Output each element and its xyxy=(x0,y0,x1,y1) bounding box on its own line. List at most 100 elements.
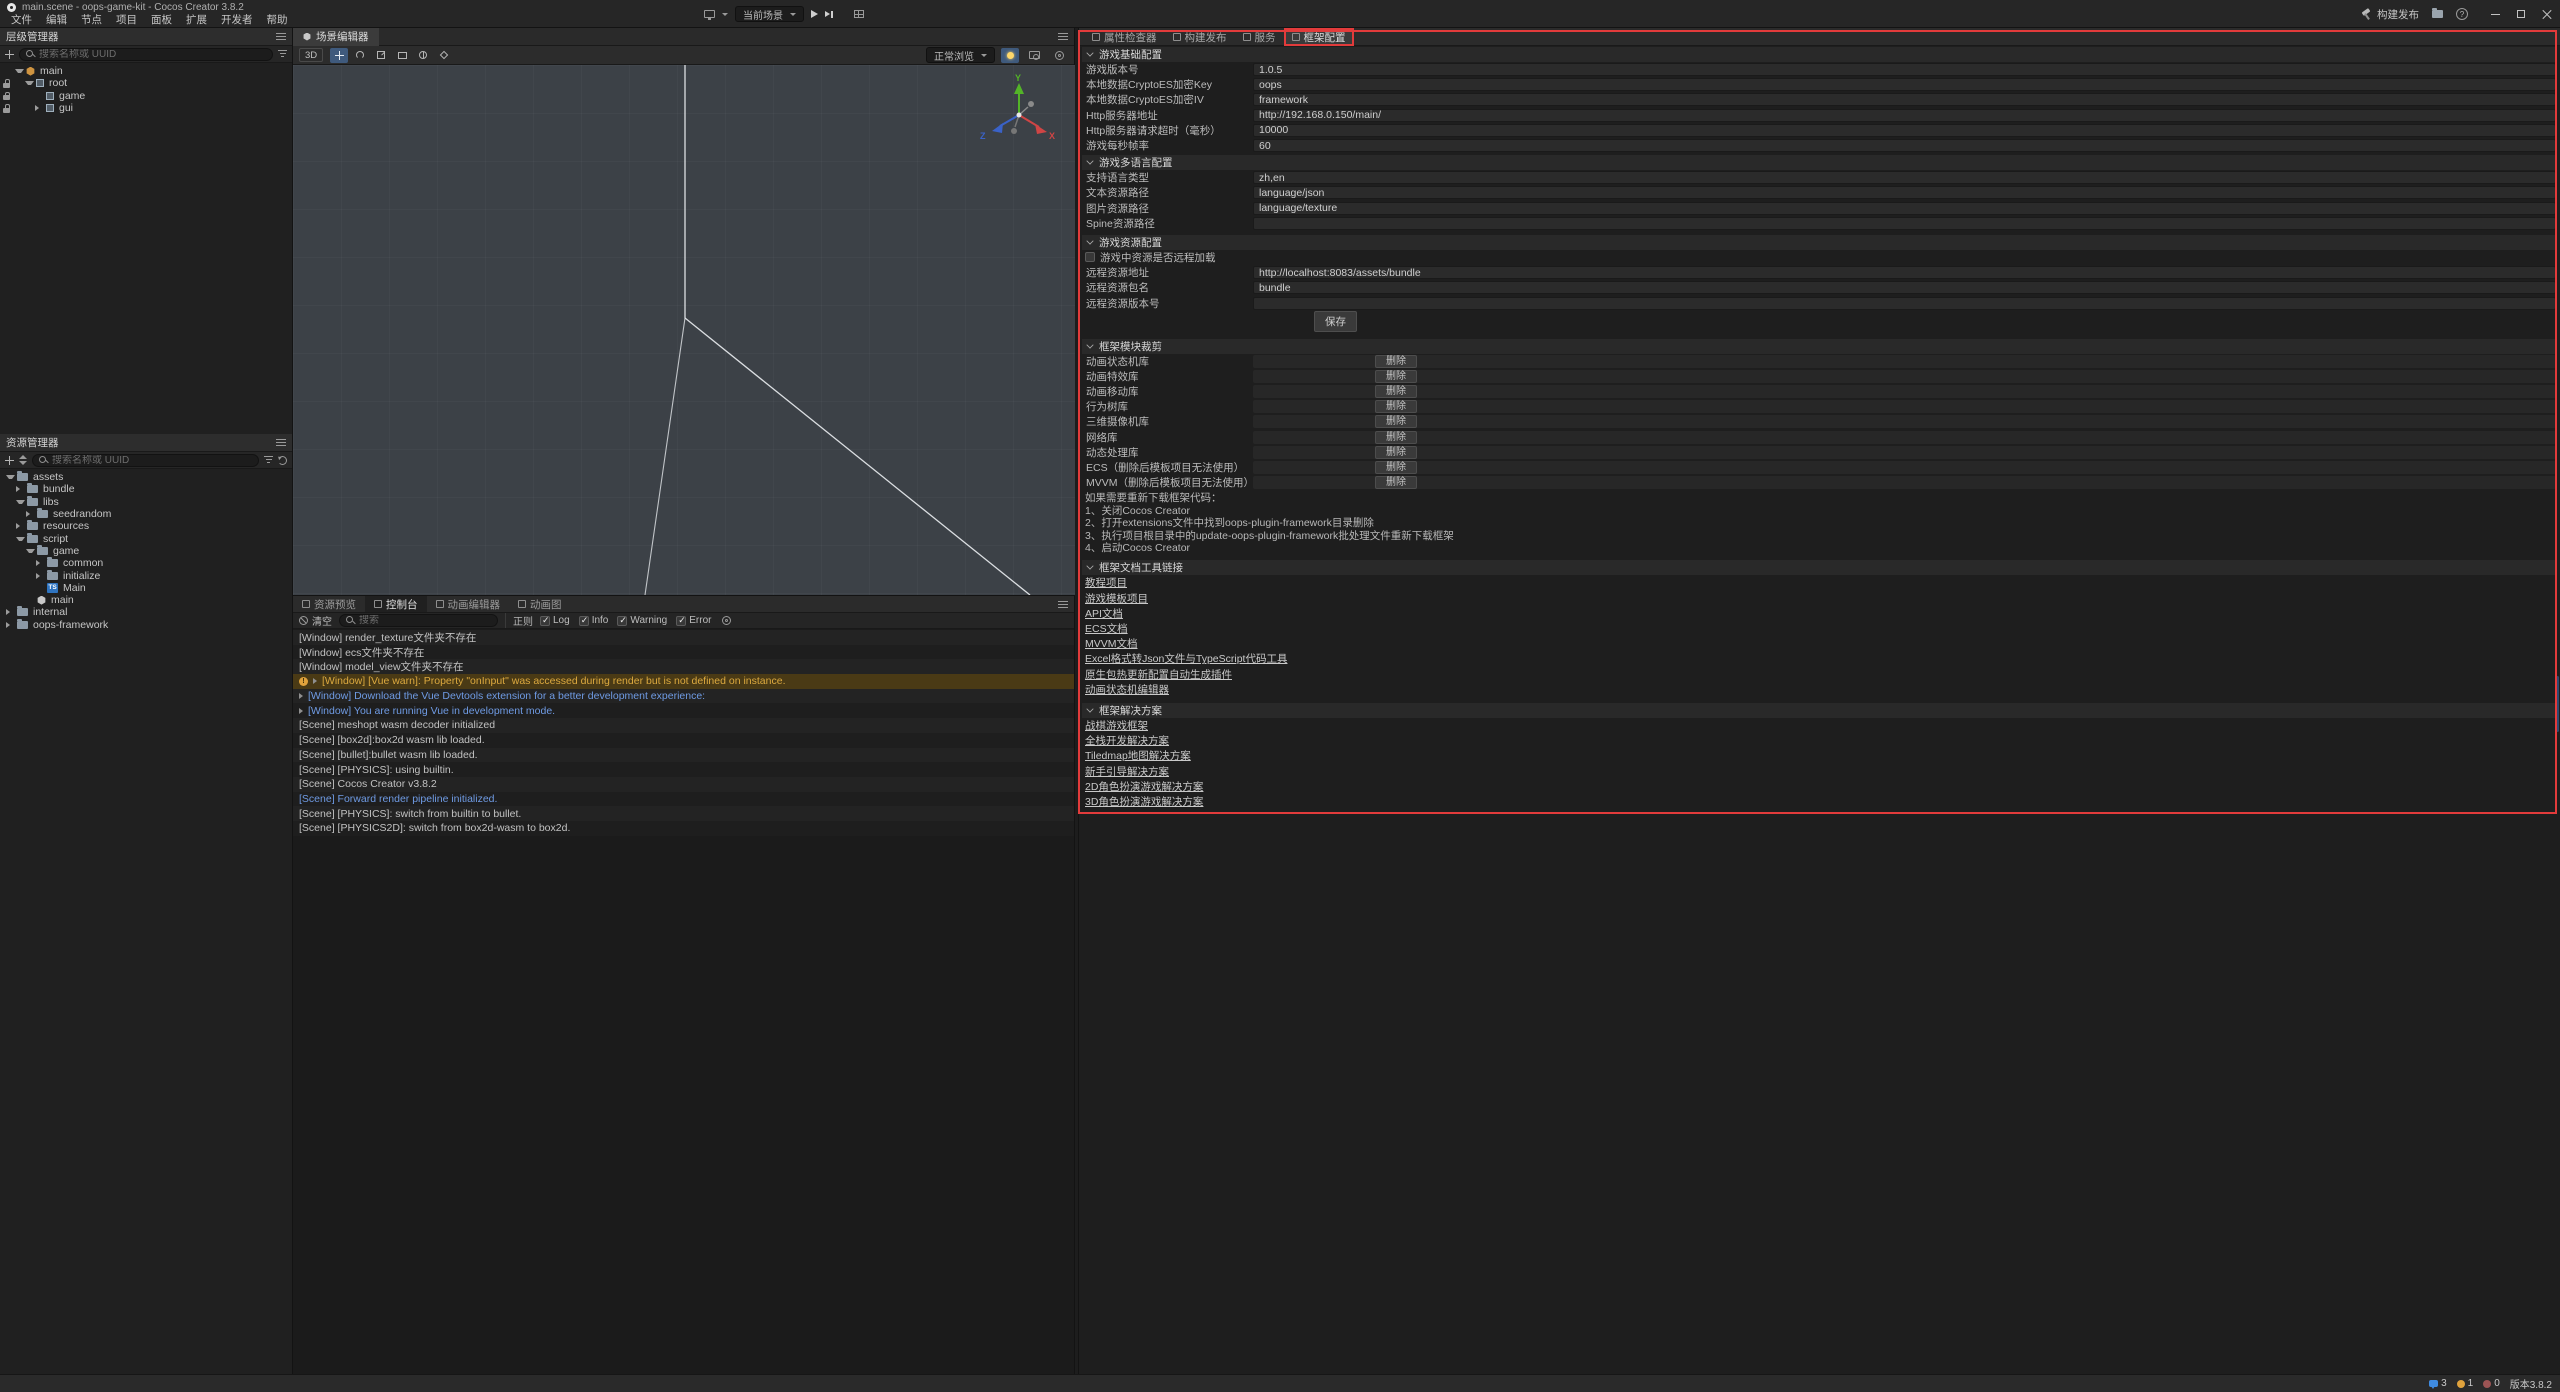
section-header[interactable]: 游戏资源配置 xyxy=(1082,235,2557,250)
field-input[interactable] xyxy=(1253,281,2556,294)
open-project-folder-icon[interactable] xyxy=(2432,10,2443,18)
solution-link[interactable]: Tiledmap地图解决方案 xyxy=(1085,748,1191,763)
menubar-item[interactable]: 帮助 xyxy=(260,13,295,27)
doc-link[interactable]: 游戏模板项目 xyxy=(1085,591,1148,606)
pivot-button[interactable] xyxy=(435,48,453,63)
play-button[interactable] xyxy=(811,10,818,18)
doc-link[interactable]: 教程项目 xyxy=(1085,575,1127,590)
scrollbar-thumb[interactable] xyxy=(2556,676,2559,732)
expand-arrow[interactable] xyxy=(6,609,15,615)
tree-node[interactable]: bundle xyxy=(0,483,292,495)
checkbox-icon[interactable] xyxy=(676,616,686,626)
tree-node[interactable]: script xyxy=(0,532,292,544)
solution-link[interactable]: 3D角色扮演游戏解决方案 xyxy=(1085,794,1203,809)
chevron-down-icon[interactable] xyxy=(722,13,728,16)
doc-link[interactable]: MVVM文档 xyxy=(1085,636,1138,651)
field-input[interactable] xyxy=(1253,186,2556,199)
solution-link[interactable]: 战棋游戏框架 xyxy=(1085,718,1148,733)
log-row[interactable]: [Scene] Forward render pipeline initiali… xyxy=(293,792,1074,807)
save-button[interactable]: 保存 xyxy=(1314,311,1357,332)
doc-link[interactable]: 原生包热更新配置自动生成插件 xyxy=(1085,667,1232,682)
scene-select[interactable]: 当前场景 xyxy=(735,6,804,22)
delete-module-button[interactable]: 删除 xyxy=(1375,355,1417,368)
message-count[interactable]: 3 xyxy=(2429,1378,2447,1389)
scale-tool-button[interactable] xyxy=(372,48,390,63)
delete-module-button[interactable]: 删除 xyxy=(1375,446,1417,459)
hierarchy-search[interactable] xyxy=(19,48,273,61)
tree-node[interactable]: root xyxy=(0,77,292,89)
expand-arrow[interactable] xyxy=(36,560,45,566)
expand-arrow[interactable] xyxy=(16,500,25,504)
rect-tool-button[interactable] xyxy=(393,48,411,63)
console-filter[interactable]: Warning xyxy=(617,615,667,626)
log-row[interactable]: [Scene] [box2d]:box2d wasm lib loaded. xyxy=(293,733,1074,748)
log-row[interactable]: [Window] model_view文件夹不存在 xyxy=(293,659,1074,674)
log-row[interactable]: [Scene] [bullet]:bullet wasm lib loaded. xyxy=(293,748,1074,763)
console-tab[interactable]: 动画图 xyxy=(509,596,571,612)
field-input[interactable] xyxy=(1253,78,2556,91)
field-input[interactable] xyxy=(1253,171,2556,184)
inspector-tab[interactable]: 服务 xyxy=(1235,28,1284,46)
field-input[interactable] xyxy=(1253,124,2556,137)
rotate-tool-button[interactable] xyxy=(351,48,369,63)
error-count[interactable]: 0 xyxy=(2483,1378,2500,1389)
tree-node[interactable]: game xyxy=(0,90,292,102)
filter-icon[interactable] xyxy=(264,456,273,464)
log-row[interactable]: [Scene] [PHYSICS2D]: switch from box2d-w… xyxy=(293,821,1074,836)
menubar-item[interactable]: 扩展 xyxy=(179,13,214,27)
menubar-item[interactable]: 项目 xyxy=(109,13,144,27)
panel-menu-icon[interactable] xyxy=(276,439,286,446)
section-header[interactable]: 框架文档工具链接 xyxy=(1082,560,2557,575)
scene-editor-tab[interactable]: 场景编辑器 xyxy=(293,28,379,46)
delete-module-button[interactable]: 删除 xyxy=(1375,461,1417,474)
solution-link[interactable]: 新手引导解决方案 xyxy=(1085,764,1169,779)
console-filter[interactable]: Info xyxy=(579,615,609,626)
expand-arrow[interactable] xyxy=(16,537,25,541)
create-asset-button[interactable] xyxy=(5,456,14,465)
build-publish-button[interactable]: 构建发布 xyxy=(2361,7,2419,22)
delete-module-button[interactable]: 删除 xyxy=(1375,385,1417,398)
expand-arrow[interactable] xyxy=(35,105,44,111)
delete-module-button[interactable]: 删除 xyxy=(1375,431,1417,444)
tree-node[interactable]: internal xyxy=(0,606,292,618)
inspector-tab[interactable]: 框架配置 xyxy=(1284,28,1354,46)
scene-viewport[interactable]: Y X Z xyxy=(293,65,1075,595)
help-icon[interactable]: ? xyxy=(2456,8,2468,20)
delete-module-button[interactable]: 删除 xyxy=(1375,400,1417,413)
refresh-icon[interactable] xyxy=(278,456,287,465)
preview-platform-icon[interactable] xyxy=(704,10,715,18)
menubar-item[interactable]: 文件 xyxy=(4,13,39,27)
console-tab[interactable]: 控制台 xyxy=(365,596,427,612)
expand-arrow[interactable] xyxy=(26,511,35,517)
assets-search[interactable] xyxy=(32,454,259,467)
view-gizmo[interactable]: Y X Z xyxy=(975,73,1061,153)
field-input[interactable] xyxy=(1253,217,2556,230)
expand-arrow[interactable] xyxy=(16,523,25,529)
tree-node[interactable]: TSMain xyxy=(0,582,292,594)
panel-menu-icon[interactable] xyxy=(1058,33,1068,40)
delete-module-button[interactable]: 删除 xyxy=(1375,415,1417,428)
log-row[interactable]: [Window] ecs文件夹不存在 xyxy=(293,645,1074,660)
maximize-button[interactable] xyxy=(2517,10,2525,18)
3d-2d-toggle[interactable]: 3D xyxy=(299,48,323,62)
lock-icon[interactable] xyxy=(0,102,13,114)
tree-node[interactable]: main xyxy=(0,65,292,77)
field-input[interactable] xyxy=(1253,266,2556,279)
console-tab[interactable]: 动画编辑器 xyxy=(427,596,510,612)
doc-link[interactable]: 动画状态机编辑器 xyxy=(1085,682,1169,697)
doc-link[interactable]: ECS文档 xyxy=(1085,621,1128,636)
inspector-tab[interactable]: 构建发布 xyxy=(1165,28,1235,46)
log-row[interactable]: [Window] Download the Vue Devtools exten… xyxy=(293,689,1074,704)
tree-node[interactable]: main xyxy=(0,594,292,606)
lock-icon[interactable] xyxy=(0,90,13,102)
delete-module-button[interactable]: 删除 xyxy=(1375,476,1417,489)
section-header[interactable]: 游戏基础配置 xyxy=(1082,47,2557,62)
console-tab[interactable]: 资源预览 xyxy=(293,596,365,612)
assets-search-input[interactable] xyxy=(52,455,252,466)
warning-count[interactable]: 1 xyxy=(2457,1378,2474,1389)
menubar-item[interactable]: 编辑 xyxy=(39,13,74,27)
close-button[interactable] xyxy=(2542,9,2552,19)
expand-arrow[interactable] xyxy=(6,475,15,479)
expand-arrow[interactable] xyxy=(15,69,24,73)
tree-node[interactable]: common xyxy=(0,557,292,569)
